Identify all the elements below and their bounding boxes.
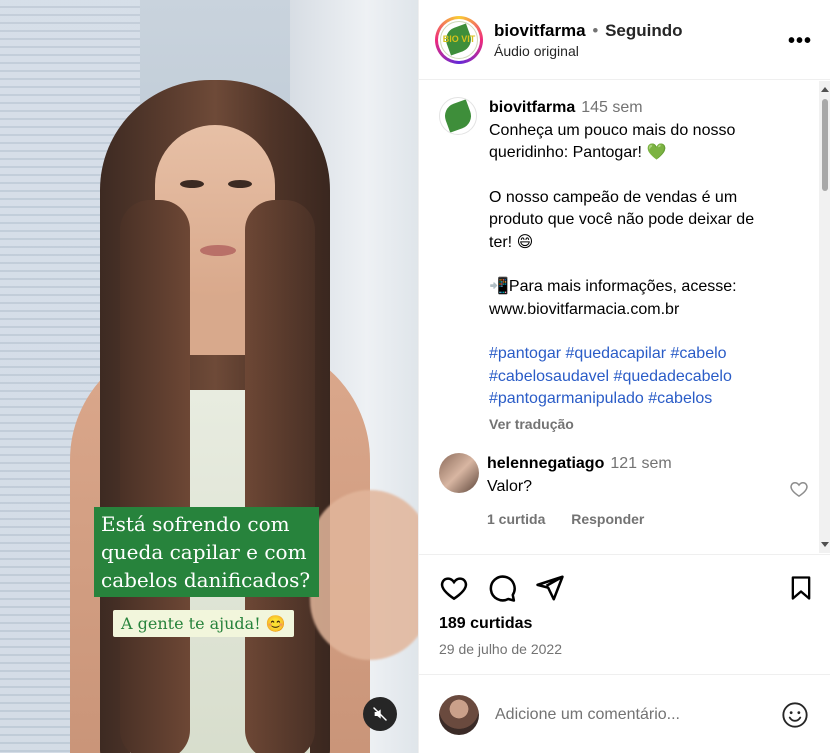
- video-subcaption: A gente te ajuda! 😊: [113, 610, 294, 637]
- audio-link[interactable]: Áudio original: [494, 43, 683, 59]
- hashtag-link[interactable]: #cabelo: [671, 345, 727, 362]
- separator: •: [592, 20, 599, 40]
- emoji-icon[interactable]: [781, 701, 809, 729]
- scroll-up-icon[interactable]: [821, 87, 829, 92]
- likes-count[interactable]: 189 curtidas: [439, 615, 532, 633]
- action-bar: 189 curtidas 29 de julho de 2022: [419, 554, 830, 674]
- scroll-down-icon[interactable]: [821, 542, 829, 547]
- avatar[interactable]: [439, 453, 479, 493]
- comment-input[interactable]: Adicione um comentário...: [495, 706, 680, 724]
- comment-likes[interactable]: 1 curtida: [487, 511, 545, 527]
- avatar: [439, 695, 479, 735]
- comment-time: 121 sem: [610, 455, 672, 472]
- caption-username[interactable]: biovitfarma: [489, 99, 575, 116]
- caption-text: O nosso campeão de vendas é um produto q…: [489, 188, 755, 251]
- video-player[interactable]: Está sofrendo com queda capilar e com ca…: [0, 0, 418, 753]
- more-options-icon[interactable]: •••: [788, 30, 812, 53]
- comment-bubble-icon[interactable]: [487, 573, 517, 603]
- bookmark-icon[interactable]: [787, 573, 815, 603]
- logo-text: BIO VIT: [442, 34, 476, 44]
- comment-username[interactable]: helennegatiago: [487, 455, 604, 472]
- woman-figure: [60, 70, 418, 753]
- hashtag-link[interactable]: #quedadecabelo: [614, 368, 732, 385]
- see-translation-link[interactable]: Ver tradução: [489, 413, 781, 436]
- story-ring[interactable]: BIO VIT: [435, 15, 483, 64]
- avatar: BIO VIT: [440, 20, 478, 59]
- video-caption: Está sofrendo com queda capilar e com ca…: [94, 507, 319, 597]
- caption-line: queda capilar e com: [101, 540, 307, 564]
- reply-button[interactable]: Responder: [571, 511, 644, 527]
- caption-text: 📲Para mais informações, acesse: www.biov…: [489, 278, 737, 318]
- caption-time[interactable]: 145 sem: [581, 99, 642, 116]
- like-heart-icon[interactable]: [439, 573, 469, 603]
- follow-status-button[interactable]: Seguindo: [605, 21, 682, 40]
- caption-line: Está sofrendo com: [101, 512, 290, 536]
- post-date[interactable]: 29 de julho de 2022: [439, 641, 562, 657]
- post-sidebar: BIO VIT biovitfarma • Seguindo Áudio ori…: [418, 0, 830, 753]
- hashtags: #pantogar #quedacapilar #cabelo #cabelos…: [489, 343, 781, 411]
- comment-item: helennegatiago 121 sem Valor? 1 curtida R…: [439, 453, 809, 531]
- comment-text: Valor?: [487, 477, 533, 495]
- add-comment-bar: Adicione um comentário...: [419, 674, 830, 753]
- heart-icon[interactable]: [789, 479, 809, 499]
- post-modal: Está sofrendo com queda capilar e com ca…: [0, 0, 830, 753]
- hashtag-link[interactable]: #quedacapilar: [566, 345, 667, 362]
- caption-text: Conheça um pouco mais do nosso queridinh…: [489, 121, 736, 162]
- hashtag-link[interactable]: #cabelosaudavel: [489, 368, 609, 385]
- post-caption: biovitfarma 145 sem Conheça um pouco mais…: [439, 97, 781, 436]
- post-header: BIO VIT biovitfarma • Seguindo Áudio ori…: [419, 0, 830, 80]
- share-send-icon[interactable]: [535, 573, 565, 603]
- scrollbar-thumb[interactable]: [822, 99, 828, 191]
- hashtag-link[interactable]: #pantogarmanipulado: [489, 390, 644, 407]
- avatar[interactable]: [439, 97, 477, 135]
- comments-pane[interactable]: biovitfarma 145 sem Conheça um pouco mais…: [419, 81, 830, 553]
- scrollbar[interactable]: [819, 81, 830, 553]
- header-username[interactable]: biovitfarma: [494, 21, 586, 40]
- hashtag-link[interactable]: #cabelos: [648, 390, 712, 407]
- speaker-muted-icon: [373, 707, 387, 721]
- hashtag-link[interactable]: #pantogar: [489, 345, 561, 362]
- mute-button[interactable]: [363, 697, 397, 731]
- caption-line: cabelos danificados?: [101, 568, 311, 592]
